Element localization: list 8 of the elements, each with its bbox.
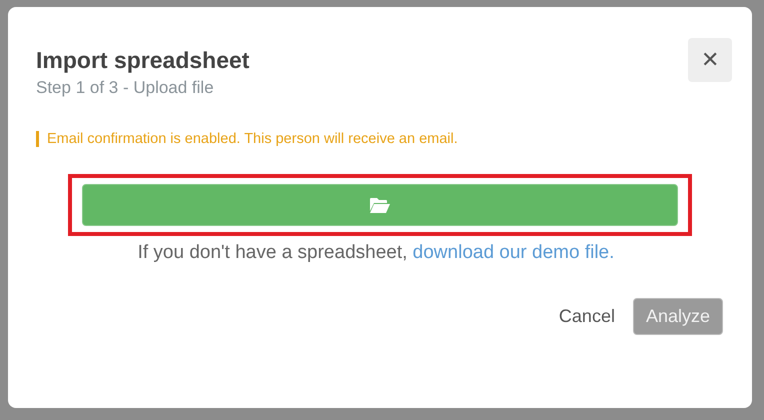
cancel-button[interactable]: Cancel (558, 306, 615, 327)
notice-text: Email confirmation is enabled. This person will receive an email. (36, 131, 458, 147)
dialog-title: Import spreadsheet (36, 47, 250, 74)
dialog-subtitle: Step 1 of 3 - Upload file (36, 78, 215, 98)
close-button[interactable]: ✕ (688, 38, 732, 82)
upload-button[interactable] (82, 184, 678, 226)
folder-icon (369, 196, 391, 214)
demo-hint: If you don't have a spreadsheet, download our demo file. (136, 242, 616, 264)
